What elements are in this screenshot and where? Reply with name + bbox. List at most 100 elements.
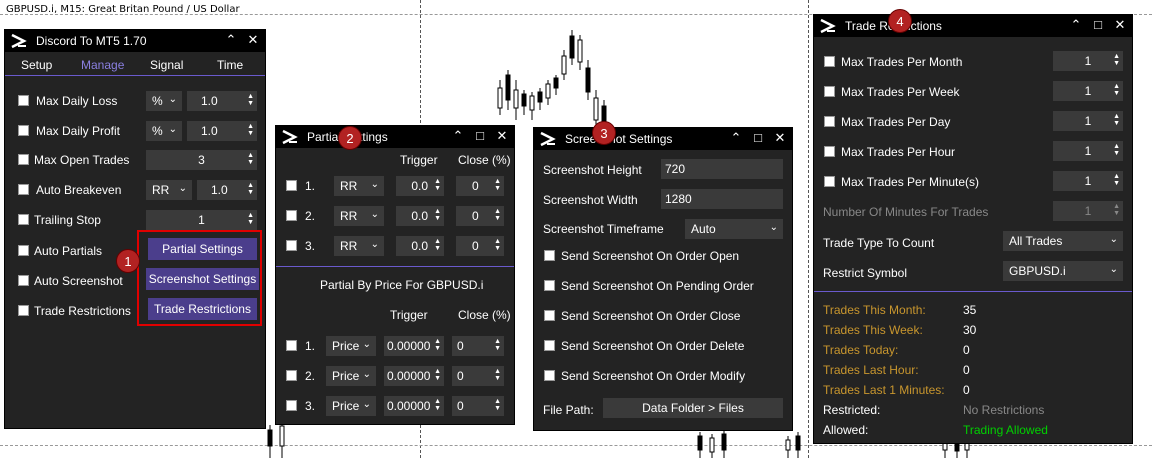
spinner-icon[interactable]: ▲ ▼ [494,398,501,412]
close-icon[interactable]: ✕ [1114,18,1126,32]
max-daily-loss-mode-select[interactable]: % ⌄ [146,91,182,111]
price-mode-select[interactable]: Price ⌄ [326,366,376,386]
max-trades-week-checkbox[interactable] [824,86,835,97]
spinner-icon[interactable]: ▲ ▼ [247,123,254,137]
partial-titlebar[interactable]: Partial Settings ⌃ □ ✕ [276,126,514,148]
restrictions-titlebar[interactable]: Trade Restrictions ⌃□✕ [814,15,1132,37]
minimize-icon[interactable]: ⌃ [1070,18,1082,32]
screenshot-width-input[interactable]: 1280 [661,189,783,209]
spinner-icon[interactable]: ▲ ▼ [494,178,501,192]
max-trades-minute-input[interactable]: 1 ▲ ▼ [1053,171,1123,191]
minimize-icon[interactable]: ⌃ [730,131,742,145]
spinner-icon[interactable]: ▲ ▼ [247,152,254,166]
price-close-input[interactable]: 0 ▲ ▼ [452,366,504,386]
spinner-icon[interactable]: ▲ ▼ [1113,83,1120,97]
spinner-icon[interactable]: ▲ ▼ [494,238,501,252]
close-icon[interactable]: ✕ [496,129,508,143]
maximize-icon[interactable]: □ [752,131,764,145]
max-trades-hour-checkbox[interactable] [824,146,835,157]
spinner-icon[interactable]: ▲ ▼ [1113,143,1120,157]
spinner-icon[interactable]: ▲ ▼ [247,212,254,226]
partial-mode-select[interactable]: RR ⌄ [334,176,384,196]
trade-type-select[interactable]: All Trades ⌄ [1003,231,1123,251]
tab-setup[interactable]: Setup [21,58,52,72]
send-on-open-checkbox[interactable] [544,250,555,261]
max-trades-month-checkbox[interactable] [824,56,835,67]
screenshot-timeframe-select[interactable]: Auto ⌄ [685,219,783,239]
spinner-icon[interactable]: ▲ ▼ [434,338,441,352]
spinner-icon[interactable]: ▲ ▼ [1113,203,1120,217]
partial-mode-select[interactable]: RR ⌄ [334,206,384,226]
partial-close-input[interactable]: 0 ▲ ▼ [456,206,504,226]
maximize-icon[interactable]: □ [474,129,486,143]
close-icon[interactable]: ✕ [247,33,259,47]
max-daily-profit-mode-select[interactable]: % ⌄ [146,121,182,141]
partial-row-checkbox[interactable] [286,240,297,251]
max-open-trades-input[interactable]: 3 ▲ ▼ [146,150,257,170]
partial-trigger-input[interactable]: 0.0 ▲ ▼ [396,236,444,256]
restrict-symbol-select[interactable]: GBPUSD.i ⌄ [1003,261,1123,281]
price-mode-select[interactable]: Price ⌄ [326,396,376,416]
spinner-icon[interactable]: ▲ ▼ [434,238,441,252]
price-row-checkbox[interactable] [286,370,297,381]
partial-row-checkbox[interactable] [286,180,297,191]
partial-close-input[interactable]: 0 ▲ ▼ [456,176,504,196]
spinner-icon[interactable]: ▲ ▼ [494,368,501,382]
spinner-icon[interactable]: ▲ ▼ [1113,173,1120,187]
auto-breakeven-input[interactable]: 1.0 ▲ ▼ [197,180,257,200]
price-trigger-input[interactable]: 0.00000 ▲ ▼ [384,366,444,386]
price-row-checkbox[interactable] [286,400,297,411]
spinner-icon[interactable]: ▲ ▼ [434,368,441,382]
send-on-modify-checkbox[interactable] [544,370,555,381]
max-trades-day-checkbox[interactable] [824,116,835,127]
spinner-icon[interactable]: ▲ ▼ [247,93,254,107]
max-open-trades-checkbox[interactable] [18,154,29,165]
max-trades-day-input[interactable]: 1 ▲ ▼ [1053,111,1123,131]
price-close-input[interactable]: 0 ▲ ▼ [452,336,504,356]
minutes-for-trades-input[interactable]: 1 ▲ ▼ [1053,201,1123,221]
trailing-stop-checkbox[interactable] [18,214,29,225]
spinner-icon[interactable]: ▲ ▼ [1113,113,1120,127]
minimize-icon[interactable]: ⌃ [225,33,237,47]
max-daily-profit-input[interactable]: 1.0 ▲ ▼ [187,121,257,141]
auto-breakeven-checkbox[interactable] [18,184,29,195]
max-trades-week-input[interactable]: 1 ▲ ▼ [1053,81,1123,101]
spinner-icon[interactable]: ▲ ▼ [247,182,254,196]
partial-mode-select[interactable]: RR ⌄ [334,236,384,256]
spinner-icon[interactable]: ▲ ▼ [434,208,441,222]
minimize-icon[interactable]: ⌃ [452,129,464,143]
price-trigger-input[interactable]: 0.00000 ▲ ▼ [384,396,444,416]
max-trades-hour-input[interactable]: 1 ▲ ▼ [1053,141,1123,161]
screenshot-titlebar[interactable]: Screenshot Settings ⌃ □ ✕ [534,128,792,150]
spinner-icon[interactable]: ▲ ▼ [434,398,441,412]
max-trades-minute-checkbox[interactable] [824,176,835,187]
trade-restrictions-checkbox[interactable] [18,305,29,316]
send-on-delete-checkbox[interactable] [544,340,555,351]
max-trades-month-input[interactable]: 1 ▲ ▼ [1053,51,1123,71]
max-daily-loss-input[interactable]: 1.0 ▲ ▼ [187,91,257,111]
trailing-stop-input[interactable]: 1 ▲ ▼ [146,210,257,230]
partial-trigger-input[interactable]: 0.0 ▲ ▼ [396,176,444,196]
price-row-checkbox[interactable] [286,340,297,351]
auto-breakeven-mode-select[interactable]: RR ⌄ [146,180,192,200]
spinner-icon[interactable]: ▲ ▼ [494,338,501,352]
spinner-icon[interactable]: ▲ ▼ [434,178,441,192]
auto-screenshot-checkbox[interactable] [18,275,29,286]
price-close-input[interactable]: 0 ▲ ▼ [452,396,504,416]
max-daily-profit-checkbox[interactable] [18,125,29,136]
close-icon[interactable]: ✕ [774,131,786,145]
partial-row-checkbox[interactable] [286,210,297,221]
spinner-icon[interactable]: ▲ ▼ [1113,53,1120,67]
send-on-pending-checkbox[interactable] [544,280,555,291]
max-daily-loss-checkbox[interactable] [18,95,29,106]
auto-partials-checkbox[interactable] [18,245,29,256]
spinner-icon[interactable]: ▲ ▼ [494,208,501,222]
price-trigger-input[interactable]: 0.00000 ▲ ▼ [384,336,444,356]
partial-trigger-input[interactable]: 0.0 ▲ ▼ [396,206,444,226]
tab-signal[interactable]: Signal [150,58,183,72]
partial-close-input[interactable]: 0 ▲ ▼ [456,236,504,256]
tab-time[interactable]: Time [217,58,243,72]
screenshot-height-input[interactable]: 720 [661,159,783,179]
tab-manage[interactable]: Manage [81,58,124,72]
file-path-button[interactable]: Data Folder > Files [603,398,783,418]
